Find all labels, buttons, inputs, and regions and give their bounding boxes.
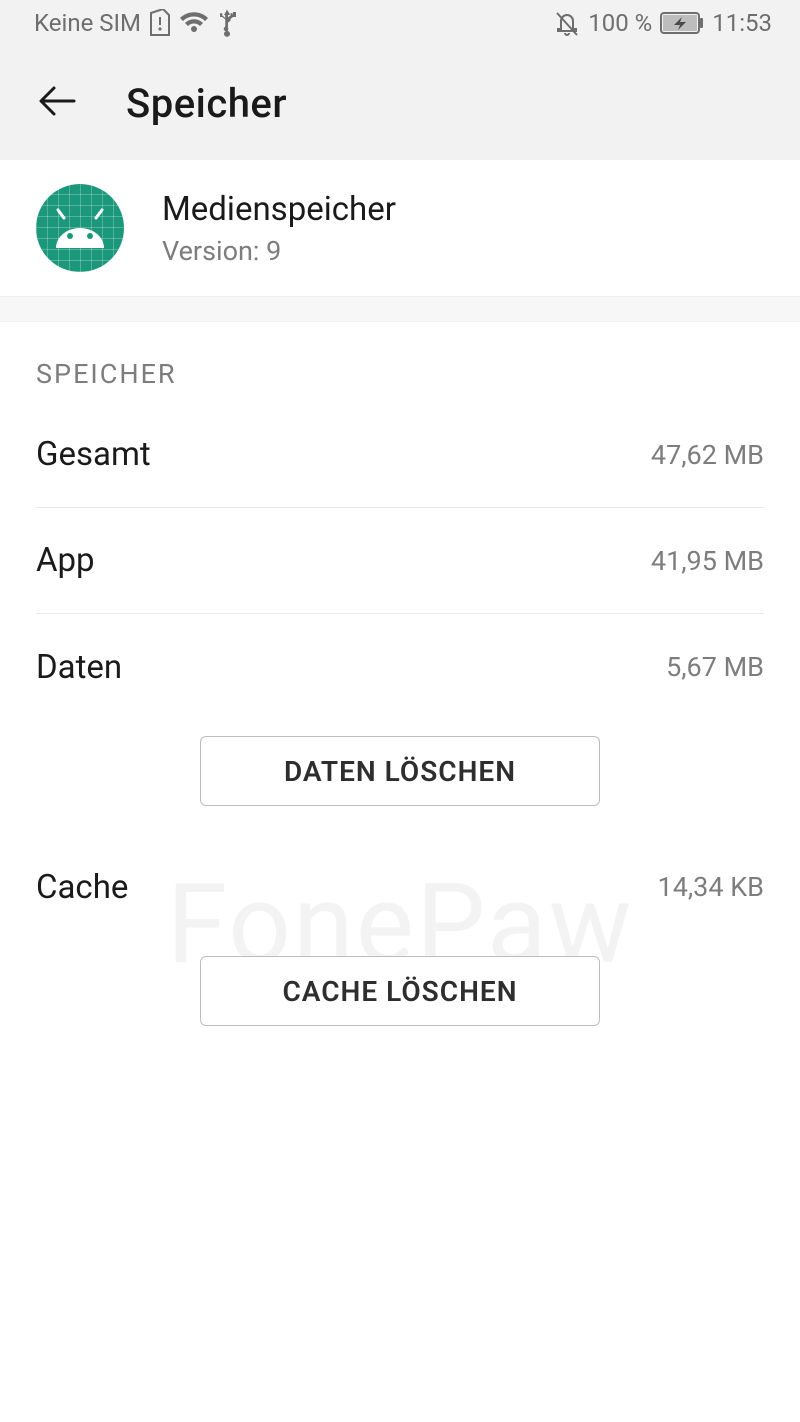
section-header: SPEICHER: [36, 322, 764, 402]
app-name: Medienspeicher: [162, 189, 396, 230]
app-version: Version: 9: [162, 235, 396, 267]
row-app-value: 41,95 MB: [651, 545, 764, 577]
mute-icon: [554, 9, 580, 37]
sim-alert-icon: [149, 9, 171, 37]
page-title: Speicher: [126, 80, 287, 127]
app-header: Medienspeicher Version: 9: [0, 160, 800, 296]
row-data: Daten 5,67 MB: [36, 614, 764, 720]
status-right: 100 % 11:53: [554, 9, 772, 37]
divider: [0, 296, 800, 322]
row-total-label: Gesamt: [36, 435, 151, 474]
row-total: Gesamt 47,62 MB: [36, 402, 764, 508]
wifi-icon: [179, 11, 209, 35]
row-cache: Cache 14,34 KB: [36, 834, 764, 940]
usb-icon: [217, 8, 237, 38]
row-data-value: 5,67 MB: [666, 651, 764, 683]
app-icon: [36, 184, 124, 272]
arrow-left-icon: [36, 80, 78, 126]
row-data-label: Daten: [36, 648, 122, 687]
storage-section: SPEICHER Gesamt 47,62 MB App 41,95 MB Da…: [0, 322, 800, 1034]
battery-icon: [660, 12, 704, 34]
row-cache-value: 14,34 KB: [658, 871, 764, 903]
row-cache-label: Cache: [36, 868, 128, 907]
status-left: Keine SIM: [34, 8, 237, 38]
status-bar: Keine SIM: [0, 0, 800, 46]
clear-cache-button[interactable]: CACHE LÖSCHEN: [200, 956, 600, 1026]
clear-data-button[interactable]: DATEN LÖSCHEN: [200, 736, 600, 806]
app-bar: Speicher: [0, 46, 800, 160]
battery-percent-text: 100 %: [588, 9, 652, 37]
row-app: App 41,95 MB: [36, 508, 764, 614]
row-app-label: App: [36, 541, 95, 580]
sim-status-text: Keine SIM: [34, 9, 141, 37]
clock-text: 11:53: [712, 9, 772, 37]
app-meta: Medienspeicher Version: 9: [162, 189, 396, 266]
back-button[interactable]: [34, 80, 80, 126]
row-total-value: 47,62 MB: [651, 439, 764, 471]
